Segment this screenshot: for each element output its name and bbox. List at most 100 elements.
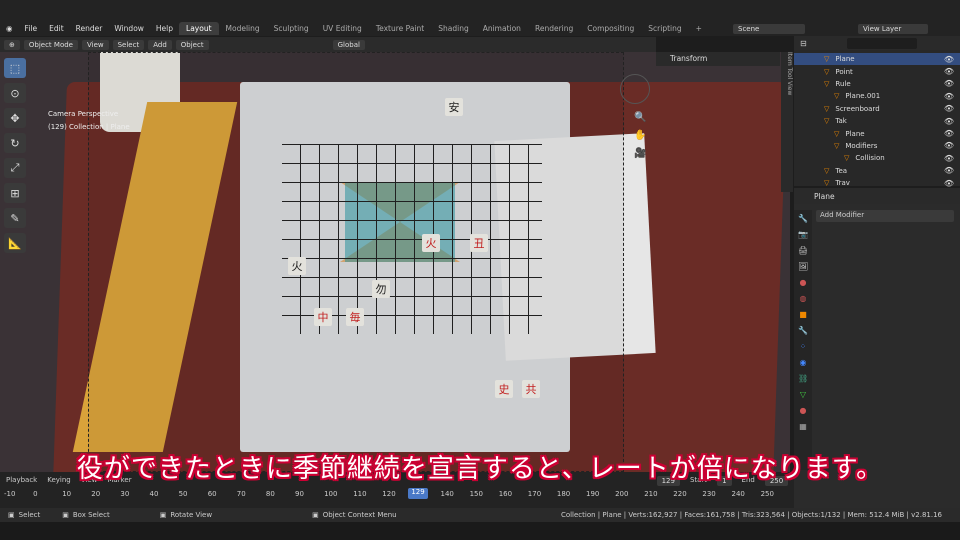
data-icon[interactable]: ▽: [798, 390, 808, 400]
camera-perspective-label: Camera Perspective: [48, 110, 119, 118]
tab-rendering[interactable]: Rendering: [528, 22, 580, 35]
menu-window[interactable]: Window: [108, 24, 150, 33]
menu-render[interactable]: Render: [70, 24, 109, 33]
tab-scripting[interactable]: Scripting: [641, 22, 688, 35]
tab-modeling[interactable]: Modeling: [219, 22, 267, 35]
material-icon[interactable]: ●: [798, 406, 808, 416]
cursor-icon[interactable]: ⊙: [4, 83, 26, 103]
filter-icon[interactable]: ⊟: [800, 39, 807, 48]
physics-icon[interactable]: ◉: [798, 358, 808, 368]
object-name[interactable]: Plane: [814, 192, 835, 201]
editor-type-icon[interactable]: ⊕: [4, 39, 20, 50]
outliner-search-input[interactable]: [846, 37, 917, 49]
outliner-label: Collision: [855, 154, 885, 163]
modifier-icon[interactable]: 🔧: [798, 326, 808, 336]
transform-title: Transform: [670, 54, 708, 63]
visibility-icon[interactable]: 👁: [944, 55, 954, 64]
zoom-icon[interactable]: 🔍: [634, 112, 646, 123]
add-menu[interactable]: Add: [148, 39, 172, 50]
playhead[interactable]: 129: [408, 488, 428, 499]
annotate-icon[interactable]: ✎: [4, 208, 26, 228]
measure-icon[interactable]: 📐: [4, 233, 26, 253]
output-icon[interactable]: 🖨: [798, 246, 808, 256]
timeline-ruler[interactable]: -10 0 10 20 30 40 50 60 70 80 90 100 110 120 129 140 150…: [0, 488, 790, 500]
blender-logo-icon[interactable]: ◉: [0, 24, 19, 33]
timeline-tick: 80: [265, 490, 275, 498]
transform-icon[interactable]: ⊞: [4, 183, 26, 203]
tab-texture-paint[interactable]: Texture Paint: [369, 22, 431, 35]
tab-sculpting[interactable]: Sculpting: [267, 22, 316, 35]
outliner-row[interactable]: ▽ Tak 👁: [794, 115, 960, 127]
visibility-icon[interactable]: 👁: [944, 79, 954, 88]
tab-item[interactable]: Item: [786, 52, 793, 66]
menu-help[interactable]: Help: [150, 24, 179, 33]
visibility-icon[interactable]: 👁: [944, 166, 954, 175]
particles-icon[interactable]: ⁘: [798, 342, 808, 352]
visibility-icon[interactable]: 👁: [944, 129, 954, 138]
visibility-icon[interactable]: 👁: [944, 117, 954, 126]
move-icon[interactable]: ✥: [4, 108, 26, 128]
outliner: ⊟ ▽ Plane 👁 ▽ Point 👁 ▽ Rule 👁 ▽ Plane.001 👁 ▽ Screen…: [794, 36, 960, 188]
tool-icon[interactable]: 🔧: [798, 214, 808, 224]
outliner-label: Plane: [835, 55, 855, 64]
tab-tool[interactable]: Tool: [786, 68, 793, 80]
camera-view-icon[interactable]: 🎥: [634, 148, 646, 159]
tab-layout[interactable]: Layout: [179, 22, 219, 35]
rotate-icon[interactable]: ↻: [4, 133, 26, 153]
orientation-selector[interactable]: Global: [332, 39, 365, 50]
scene-icon[interactable]: ●: [798, 278, 808, 288]
properties-tabs: 🔧 📷 🖨 🖼 ● ◍ ■ 🔧 ⁘ ◉ ⛓ ▽ ● ▦: [794, 210, 812, 470]
select-menu[interactable]: Select: [112, 39, 145, 50]
object-icon: ▽: [824, 179, 830, 188]
outliner-row[interactable]: ▽ Plane 👁: [794, 53, 960, 66]
mode-selector[interactable]: Object Mode: [23, 39, 78, 50]
timeline-tick: 120: [382, 490, 396, 498]
tab-compositing[interactable]: Compositing: [580, 22, 641, 35]
texture-icon[interactable]: ▦: [798, 422, 808, 432]
outliner-row[interactable]: ▽ Point 👁: [794, 65, 960, 77]
outliner-row[interactable]: ▽ Tea 👁: [794, 165, 960, 177]
outliner-row[interactable]: ▽ Plane.001 👁: [794, 90, 960, 102]
tab-view[interactable]: View: [786, 81, 793, 95]
tab-shading[interactable]: Shading: [431, 22, 475, 35]
visibility-icon[interactable]: 👁: [944, 92, 954, 101]
navigation-gizmo: 🔍 ✋ 🎥: [620, 64, 660, 174]
view-layer-icon[interactable]: 🖼: [798, 262, 808, 272]
pan-icon[interactable]: ✋: [634, 130, 646, 141]
menu-edit[interactable]: Edit: [43, 24, 70, 33]
menu-file[interactable]: File: [19, 24, 44, 33]
outliner-row[interactable]: ▽ Modifiers 👁: [794, 140, 960, 152]
outliner-row[interactable]: ▽ Screenboard 👁: [794, 103, 960, 115]
transform-panel[interactable]: Transform: [656, 52, 780, 66]
visibility-icon[interactable]: 👁: [944, 154, 954, 163]
axis-gizmo-icon[interactable]: [620, 74, 650, 104]
visibility-icon[interactable]: 👁: [944, 104, 954, 113]
object-icon[interactable]: ■: [798, 310, 808, 320]
3d-viewport[interactable]: 安 火 丑 火 勿 中 毎 史 共 Camera Perspective (12…: [0, 52, 790, 472]
visibility-icon[interactable]: 👁: [944, 179, 954, 188]
tab-animation[interactable]: Animation: [476, 22, 528, 35]
object-icon: ▽: [834, 141, 840, 150]
tab-uv-editing[interactable]: UV Editing: [316, 22, 369, 35]
outliner-row[interactable]: ▽ Rule 👁: [794, 78, 960, 90]
mouse-right-icon: ▣: [312, 511, 319, 519]
visibility-icon[interactable]: 👁: [944, 141, 954, 150]
add-modifier-button[interactable]: Add Modifier: [816, 210, 954, 222]
timeline-tick: 230: [702, 490, 716, 498]
select-box-icon[interactable]: ⬚: [4, 58, 26, 78]
world-icon[interactable]: ◍: [798, 294, 808, 304]
timeline-tick: 240: [731, 490, 745, 498]
render-icon[interactable]: 📷: [798, 230, 808, 240]
add-workspace-icon[interactable]: +: [689, 22, 709, 35]
view-layer-selector[interactable]: View Layer: [858, 23, 928, 34]
scale-icon[interactable]: ⤢: [4, 158, 26, 178]
view-menu[interactable]: View: [81, 39, 109, 50]
object-menu[interactable]: Object: [175, 39, 209, 50]
outliner-row[interactable]: ▽ Collision 👁: [794, 152, 960, 164]
scene-selector[interactable]: Scene: [733, 23, 805, 34]
timeline-tick: 20: [91, 490, 101, 498]
outliner-row[interactable]: ▽ Plane 👁: [794, 127, 960, 139]
timeline-tick: 200: [615, 490, 629, 498]
visibility-icon[interactable]: 👁: [944, 67, 954, 76]
constraints-icon[interactable]: ⛓: [798, 374, 808, 384]
